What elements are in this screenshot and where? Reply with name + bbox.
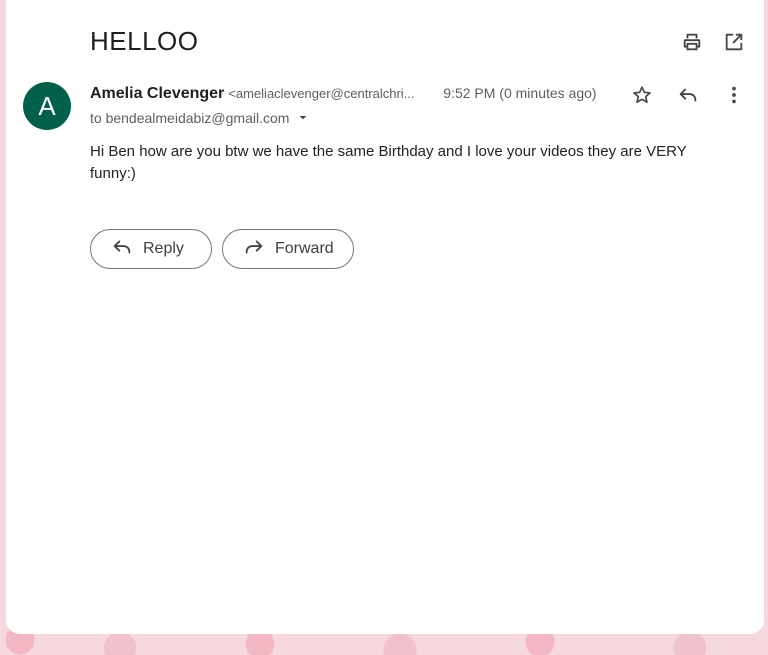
sender-name[interactable]: Amelia Clevenger: [90, 85, 224, 103]
more-vert-icon[interactable]: [722, 83, 746, 107]
reply-actions: Reply Forward: [90, 229, 354, 269]
print-icon[interactable]: [680, 30, 704, 54]
sender-line: Amelia Clevenger <ameliaclevenger@centra…: [90, 85, 620, 103]
reply-button[interactable]: Reply: [90, 229, 212, 269]
forward-button[interactable]: Forward: [222, 229, 354, 269]
forward-icon: [243, 236, 265, 263]
sender-email[interactable]: <ameliaclevenger@centralchri...: [228, 86, 434, 101]
recipient-line: to bendealmeidabiz@gmail.com: [90, 110, 311, 126]
timestamp: 9:52 PM (0 minutes ago): [443, 85, 597, 101]
open-in-new-window-icon[interactable]: [722, 30, 746, 54]
thread-toolbar: [680, 30, 746, 54]
forward-label: Forward: [275, 240, 334, 257]
reply-icon: [111, 236, 133, 263]
email-body: Hi Ben how are you btw we have the same …: [90, 143, 687, 182]
email-view: HELLOO A Amelia Clevenger <ameliacleveng…: [6, 0, 764, 634]
recipient-text: to bendealmeidabiz@gmail.com: [90, 110, 290, 126]
message-toolbar: [630, 83, 746, 107]
star-icon[interactable]: [630, 83, 654, 107]
avatar: A: [23, 82, 71, 130]
email-subject: HELLOO: [90, 26, 199, 56]
chevron-down-icon[interactable]: [295, 110, 311, 126]
reply-icon[interactable]: [676, 83, 700, 107]
reply-label: Reply: [143, 240, 184, 257]
